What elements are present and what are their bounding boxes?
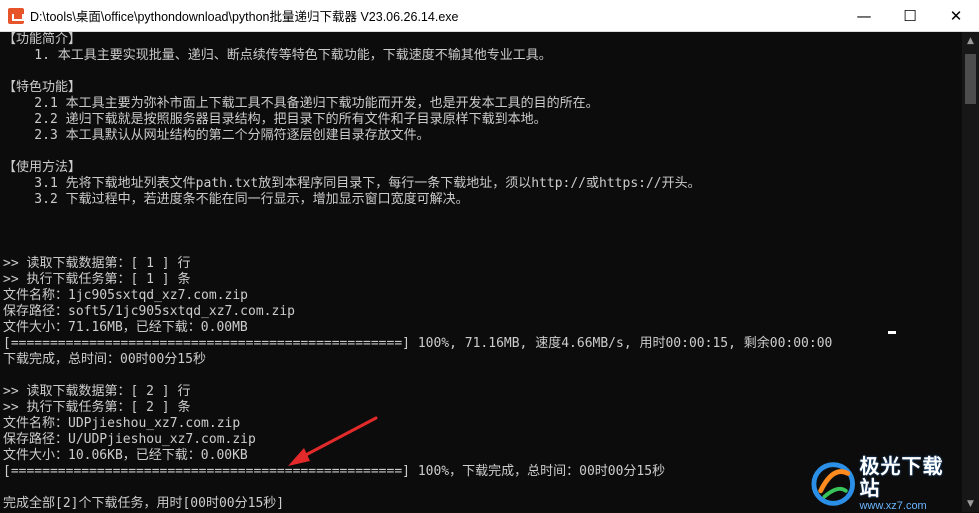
- console-line: 1. 本工具主要实现批量、递归、断点续传等特色下载功能，下载速度不输其他专业工具…: [3, 48, 552, 63]
- maximize-button[interactable]: ☐: [887, 0, 933, 31]
- console-line: 2.2 递归下载就是按照服务器目录结构，把目录下的所有文件和子目录原样下载到本地…: [3, 112, 547, 127]
- watermark-text: 极光下载站 www.xz7.com: [859, 455, 961, 513]
- window-controls: — ☐ ✕: [841, 0, 979, 31]
- window-title: D:\tools\桌面\office\pythondownload\python…: [30, 10, 459, 24]
- vertical-scrollbar[interactable]: ▲ ▼: [962, 32, 979, 512]
- console-output[interactable]: 【功能简介】 1. 本工具主要实现批量、递归、断点续传等特色下载功能，下载速度不…: [0, 32, 962, 512]
- console-line: 文件名称：UDPjieshou_xz7.com.zip: [3, 416, 241, 431]
- console-line: >> 执行下载任务第：[ 1 ] 条: [3, 272, 191, 287]
- watermark: 极光下载站 www.xz7.com: [811, 455, 961, 512]
- console-line: >> 读取下载数据第：[ 2 ] 行: [3, 384, 191, 399]
- console-line: 文件大小：71.16MB，已经下载：0.00MB: [3, 320, 248, 335]
- console-line: 【特色功能】: [3, 80, 82, 95]
- close-button[interactable]: ✕: [933, 0, 979, 31]
- scrollbar-thumb[interactable]: [965, 54, 976, 104]
- console-line: >> 读取下载数据第：[ 1 ] 行: [3, 256, 191, 271]
- scroll-up-arrow-icon[interactable]: ▲: [962, 32, 979, 49]
- console-line: 3.2 下载过程中，若进度条不能在同一行显示，增加显示窗口宽度可解决。: [3, 192, 469, 207]
- console-line: 【使用方法】: [3, 160, 82, 175]
- aurora-logo-icon: [811, 462, 856, 506]
- minimize-button[interactable]: —: [841, 0, 887, 31]
- progress-line: [=======================================…: [3, 336, 833, 351]
- window-titlebar: D:\tools\桌面\office\pythondownload\python…: [0, 0, 979, 32]
- console-line: 3.1 先将下载地址列表文件path.txt放到本程序同目录下，每行一条下载地址…: [3, 176, 701, 191]
- watermark-brand: 极光下载站: [859, 454, 944, 500]
- console-line: 下载完成，总时间：00时00分15秒: [3, 352, 206, 367]
- console-line: 2.3 本工具默认从网址结构的第二个分隔符逐层创建目录存放文件。: [3, 128, 430, 143]
- app-download-icon: [8, 7, 24, 24]
- console-line: >> 执行下载任务第：[ 2 ] 条: [3, 400, 191, 415]
- console-line: 文件名称：1jc905sxtqd_xz7.com.zip: [3, 288, 249, 303]
- console-line: 保存路径：U/UDPjieshou_xz7.com.zip: [3, 432, 256, 447]
- console-line: 【功能简介】: [3, 32, 82, 47]
- scroll-down-arrow-icon[interactable]: ▼: [962, 495, 979, 512]
- console-line: 保存路径：soft5/1jc905sxtqd_xz7.com.zip: [3, 304, 295, 319]
- text-cursor: [888, 331, 896, 334]
- console-line: 2.1 本工具主要为弥补市面上下载工具不具备递归下载功能而开发，也是开发本工具的…: [3, 96, 599, 111]
- watermark-url: www.xz7.com: [859, 500, 927, 512]
